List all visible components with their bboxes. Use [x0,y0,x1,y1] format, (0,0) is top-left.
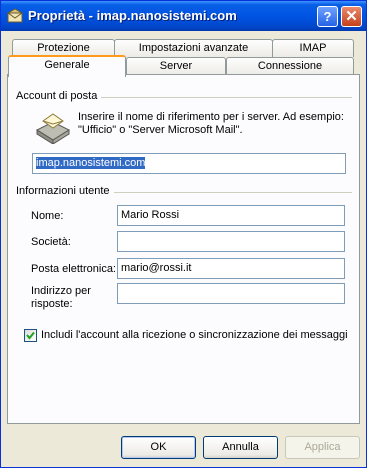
account-name-value: imap.nanosistemi.com [36,157,146,169]
email-label: Posta elettronica: [31,263,116,275]
reply-address-label: Indirizzo per risposte: [31,285,91,310]
company-input[interactable] [117,231,345,252]
tab-generale[interactable]: Generale [8,55,126,77]
title-bar[interactable]: Proprietà - imap.nanosistemi.com ? ✕ [1,1,366,31]
tab-server[interactable]: Server [126,57,226,75]
checkmark-icon [26,331,35,340]
company-label: Società: [31,236,71,248]
name-label: Nome: [31,210,64,222]
account-name-input[interactable]: imap.nanosistemi.com [32,153,346,174]
reply-address-input[interactable] [117,283,345,304]
tab-connessione[interactable]: Connessione [226,57,354,75]
email-input[interactable]: mario@rossi.it [117,258,345,279]
tab-impostazioni-avanzate[interactable]: Impostazioni avanzate [114,39,273,57]
mail-account-icon [7,8,23,23]
close-button[interactable]: ✕ [341,6,362,27]
window-title: Proprietà - imap.nanosistemi.com [28,8,237,23]
include-account-label[interactable]: Includi l'account alla ricezione o sincr… [41,329,348,341]
mail-server-icon [35,113,71,144]
include-account-checkbox[interactable] [24,329,37,342]
help-button[interactable]: ? [317,6,338,27]
cancel-button[interactable]: Annulla [203,436,278,459]
properties-dialog: Proprietà - imap.nanosistemi.com ? ✕ Pro… [0,0,367,468]
apply-button[interactable]: Applica [285,436,360,459]
ok-button[interactable]: OK [121,436,196,459]
tab-imap[interactable]: IMAP [272,39,354,57]
name-input[interactable]: Mario Rossi [117,205,345,226]
account-group-label: Account di posta [16,90,102,102]
account-description: Inserire il nome di riferimento per i se… [78,111,344,136]
user-info-group-label: Informazioni utente [16,185,114,197]
